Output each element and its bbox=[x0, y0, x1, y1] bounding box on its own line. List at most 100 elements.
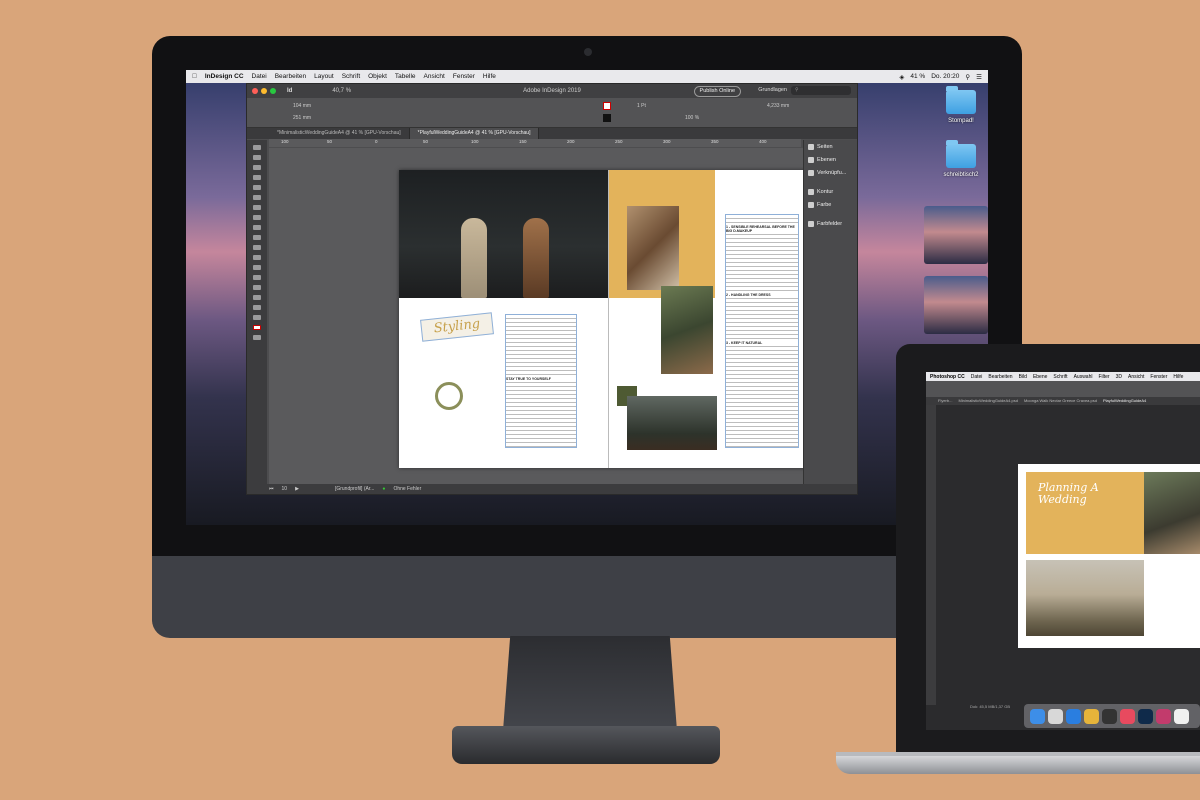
selection-tool-icon[interactable] bbox=[253, 145, 261, 150]
photoshop-icon[interactable] bbox=[1138, 708, 1153, 724]
x-field[interactable]: 104 mm bbox=[293, 103, 311, 109]
menu-objekt[interactable]: Objekt bbox=[368, 73, 387, 80]
battery-label[interactable]: 41 % bbox=[910, 73, 925, 80]
tab-minimalistic-guide[interactable]: *MinimalisticWeddingGuideA4 @ 41 % [GPU-… bbox=[269, 128, 410, 139]
terminal-icon[interactable] bbox=[1102, 708, 1117, 724]
panel-ebenen[interactable]: Ebenen bbox=[804, 153, 857, 166]
ps-menu-3d[interactable]: 3D bbox=[1116, 374, 1122, 380]
menubar-app-name[interactable]: InDesign CC bbox=[205, 73, 244, 80]
preflight-status[interactable]: Ohne Fehler bbox=[393, 486, 421, 492]
document-icon[interactable] bbox=[1174, 708, 1189, 724]
menu-fenster[interactable]: Fenster bbox=[453, 73, 475, 80]
text-column-right[interactable]: 1 - SENSIBLE REHEARSAL BEFORE THE BIG D-… bbox=[725, 214, 799, 448]
gap-tool-icon[interactable] bbox=[253, 175, 261, 180]
hand-tool-icon[interactable] bbox=[253, 305, 261, 310]
fern-portrait-photo[interactable] bbox=[661, 286, 713, 374]
ps-menu-ebene[interactable]: Ebene bbox=[1033, 374, 1047, 380]
close-window-button[interactable] bbox=[252, 88, 258, 94]
indesign-icon[interactable] bbox=[1156, 708, 1171, 724]
apple-icon[interactable]:  bbox=[192, 73, 197, 80]
menu-layout[interactable]: Layout bbox=[314, 73, 334, 80]
eyedropper-tool-icon[interactable] bbox=[253, 295, 261, 300]
forest-photo[interactable] bbox=[627, 396, 717, 450]
menu-hilfe[interactable]: Hilfe bbox=[483, 73, 496, 80]
panel-verknuepfungen[interactable]: Verknüpfu... bbox=[804, 166, 857, 179]
menu-tabelle[interactable]: Tabelle bbox=[395, 73, 416, 80]
panel-kontur[interactable]: Kontur bbox=[804, 185, 857, 198]
menu-bearbeiten[interactable]: Bearbeiten bbox=[275, 73, 306, 80]
menu-datei[interactable]: Datei bbox=[252, 73, 267, 80]
bride-portrait-photo[interactable] bbox=[627, 206, 679, 290]
zoom-tool-icon[interactable] bbox=[253, 315, 261, 320]
fill-stroke-icon[interactable] bbox=[253, 325, 261, 330]
panel-farbe[interactable]: Farbe bbox=[804, 198, 857, 211]
y-field[interactable]: 251 mm bbox=[293, 115, 311, 121]
transform-tool-icon[interactable] bbox=[253, 265, 261, 270]
finder-icon[interactable] bbox=[1030, 708, 1045, 724]
menu-schrift[interactable]: Schrift bbox=[342, 73, 360, 80]
next-page-icon[interactable]: ▶ bbox=[295, 486, 299, 492]
content-collector-icon[interactable] bbox=[253, 185, 261, 190]
pencil-tool-icon[interactable] bbox=[253, 225, 261, 230]
rectangle-tool-icon[interactable] bbox=[253, 245, 261, 250]
ps-menu-filter[interactable]: Filter bbox=[1098, 374, 1109, 380]
list-icon[interactable]: ☰ bbox=[976, 73, 982, 81]
scissors-tool-icon[interactable] bbox=[253, 255, 261, 260]
chrome-icon[interactable] bbox=[1084, 708, 1099, 724]
launchpad-icon[interactable] bbox=[1048, 708, 1063, 724]
desktop-folder-2[interactable]: schreibtisch2 bbox=[936, 140, 986, 178]
first-page-icon[interactable]: ⏮ bbox=[269, 486, 274, 492]
couple-photo[interactable] bbox=[399, 170, 609, 298]
styling-heading[interactable]: Styling bbox=[420, 312, 494, 342]
tab-playful-guide[interactable]: *PlayfulWeddingGuideA4 @ 41 % [GPU-Vorsc… bbox=[409, 128, 540, 139]
minimize-window-button[interactable] bbox=[261, 88, 267, 94]
safari-icon[interactable] bbox=[1066, 708, 1081, 724]
ps-menu-auswahl[interactable]: Auswahl bbox=[1074, 374, 1093, 380]
desktop-folder-1[interactable]: Stompad! bbox=[936, 86, 986, 124]
page-tool-icon[interactable] bbox=[253, 165, 261, 170]
rings-illustration[interactable] bbox=[435, 382, 463, 410]
type-tool-icon[interactable] bbox=[253, 195, 261, 200]
note-tool-icon[interactable] bbox=[253, 285, 261, 290]
direct-selection-tool-icon[interactable] bbox=[253, 155, 261, 160]
stroke-swatch[interactable] bbox=[603, 114, 611, 122]
zoom-window-button[interactable] bbox=[270, 88, 276, 94]
ps-tab[interactable]: Flyerb... bbox=[938, 397, 952, 405]
clock[interactable]: Do. 20:20 bbox=[931, 73, 959, 80]
document-spread[interactable]: Styling STAY TRUE TO YOURSELF 1 - SENSIB… bbox=[399, 170, 817, 468]
ps-menu-bild[interactable]: Bild bbox=[1019, 374, 1027, 380]
desktop-thumbnail-2[interactable] bbox=[924, 270, 988, 334]
size-field[interactable]: 4,233 mm bbox=[767, 103, 789, 109]
ps-menu-hilfe[interactable]: Hilfe bbox=[1173, 374, 1183, 380]
zoom-level[interactable]: 40,7 % bbox=[332, 88, 351, 94]
panel-seiten[interactable]: Seiten bbox=[804, 140, 857, 153]
ps-document[interactable]: Planning A Wedding bbox=[1018, 464, 1200, 648]
ps-menu-bearbeiten[interactable]: Bearbeiten bbox=[988, 374, 1012, 380]
wifi-icon[interactable]: ◈ bbox=[899, 73, 904, 81]
ps-menu-fenster[interactable]: Fenster bbox=[1150, 374, 1167, 380]
line-tool-icon[interactable] bbox=[253, 205, 261, 210]
ps-menu-schrift[interactable]: Schrift bbox=[1053, 374, 1067, 380]
pen-tool-icon[interactable] bbox=[253, 215, 261, 220]
workspace-switcher[interactable]: Grundlagen bbox=[758, 87, 787, 93]
opacity-field[interactable]: 100 % bbox=[685, 115, 699, 121]
fill-swatch[interactable] bbox=[603, 102, 611, 110]
stroke-weight-field[interactable]: 1 Pt bbox=[637, 103, 646, 109]
gradient-tool-icon[interactable] bbox=[253, 275, 261, 280]
ps-tab[interactable]: MinimalisticWeddingGuideA4.psd bbox=[958, 397, 1018, 405]
page-number-field[interactable]: 10 bbox=[282, 486, 288, 492]
panel-farbfelder[interactable]: Farbfelder bbox=[804, 217, 857, 230]
menu-ansicht[interactable]: Ansicht bbox=[424, 73, 445, 80]
ps-tab[interactable]: PlayfulWeddingGuideA4 bbox=[1103, 397, 1146, 405]
text-column-left[interactable]: STAY TRUE TO YOURSELF bbox=[505, 314, 577, 448]
publish-online-button[interactable]: Publish Online bbox=[693, 86, 741, 97]
ps-menu-app[interactable]: Photoshop CC bbox=[930, 374, 965, 380]
pasteboard[interactable]: Styling STAY TRUE TO YOURSELF 1 - SENSIB… bbox=[269, 148, 817, 485]
master-page-field[interactable]: [Grundprofil] (Ar... bbox=[335, 486, 374, 492]
search-field[interactable]: ⚲ bbox=[791, 86, 851, 95]
slack-icon[interactable] bbox=[1120, 708, 1135, 724]
search-icon[interactable]: ⚲ bbox=[965, 73, 970, 81]
screen-mode-icon[interactable] bbox=[253, 335, 261, 340]
rectangle-frame-tool-icon[interactable] bbox=[253, 235, 261, 240]
ps-tab[interactable]: Moonga Walk Nectar Greece Cravea.psd bbox=[1024, 397, 1097, 405]
